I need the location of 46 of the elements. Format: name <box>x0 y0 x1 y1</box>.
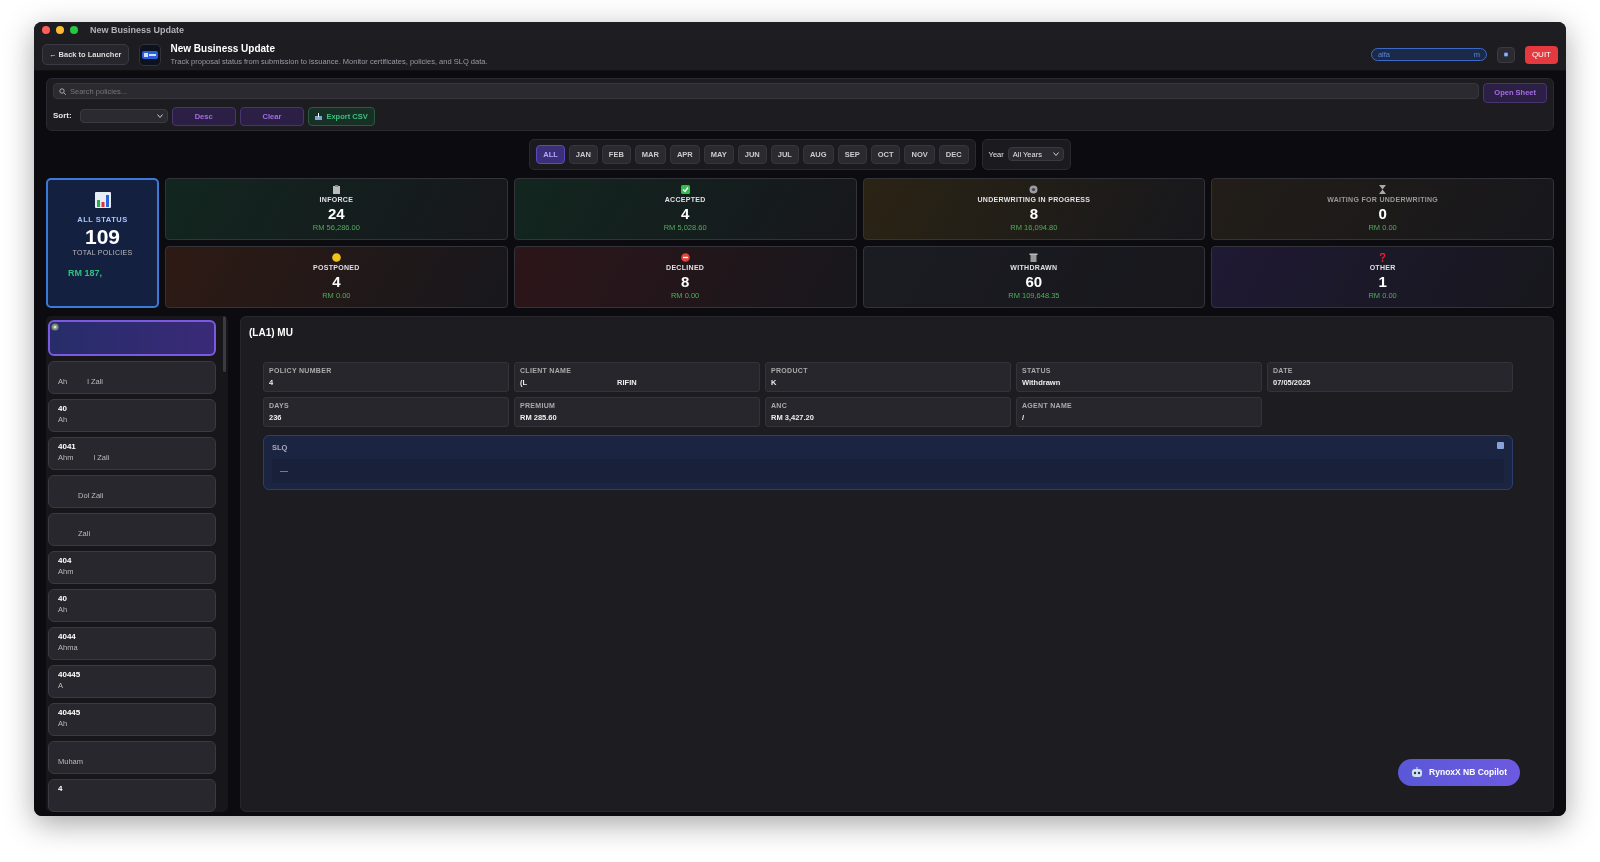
policy-number: 404 <box>58 556 72 565</box>
question-mark-icon <box>1378 252 1388 262</box>
bar-chart-icon <box>94 192 111 208</box>
zoom-button[interactable] <box>70 26 78 35</box>
total-amount: RM 187, <box>68 266 102 280</box>
circle-icon <box>331 252 341 262</box>
tray-icon <box>315 112 323 120</box>
hourglass-icon <box>1378 184 1388 194</box>
clipboard-icon <box>331 184 341 194</box>
policy-number: 4041 <box>58 442 76 451</box>
chevron-icon <box>1052 152 1059 157</box>
status-count: 8 <box>680 274 690 290</box>
document-icon <box>1497 442 1504 449</box>
policy-item[interactable] <box>48 320 216 356</box>
close-button[interactable] <box>42 26 50 35</box>
status-count: 24 <box>328 206 345 222</box>
policy-item[interactable]: 4 <box>48 779 216 812</box>
status-count: 4 <box>332 274 341 290</box>
slq-value: — <box>272 459 1504 484</box>
logo-icon <box>141 50 158 59</box>
detail-title: (LA1) MU <box>249 326 294 340</box>
check-icon <box>680 184 690 194</box>
scrollbar[interactable] <box>223 316 226 372</box>
total-count: 109 <box>84 225 120 249</box>
policy-number: 4 <box>58 784 63 793</box>
policy-number: 40 <box>58 594 67 603</box>
window-title: New Business Update <box>90 23 185 37</box>
policy-number: 40 <box>58 404 67 413</box>
no-entry-icon <box>680 252 690 262</box>
trash-icon <box>1029 252 1039 262</box>
copilot-button[interactable]: RynoxX NB Copilot <box>1398 759 1520 786</box>
minimize-button[interactable] <box>56 26 64 35</box>
sort-label: Sort: <box>53 110 72 123</box>
robot-icon <box>1411 767 1424 779</box>
status-count: 60 <box>1025 274 1043 290</box>
status-count: 1 <box>1378 274 1387 290</box>
status-count: 8 <box>1029 206 1039 222</box>
policy-number: 40445 <box>58 708 81 717</box>
refresh-button[interactable] <box>1496 46 1515 63</box>
policy-number: 4044 <box>58 632 76 641</box>
quit-button[interactable]: QUIT <box>1524 45 1558 64</box>
chevron-icon <box>156 114 163 119</box>
page-title: New Business Update <box>170 42 276 57</box>
status-count: 4 <box>680 206 690 222</box>
status-count: 0 <box>1378 206 1387 222</box>
policy-number: 40445 <box>58 670 81 679</box>
